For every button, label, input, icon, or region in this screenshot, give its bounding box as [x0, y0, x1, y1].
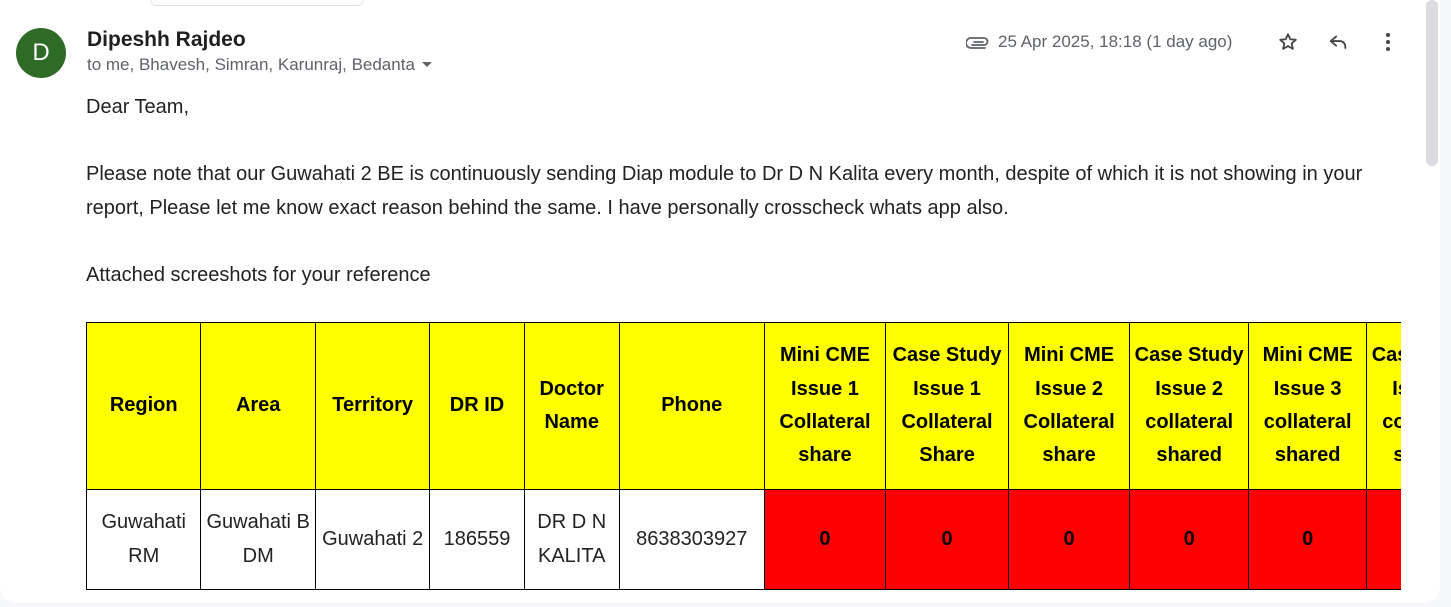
avatar[interactable]: D [16, 28, 66, 78]
message-date: 25 Apr 2025, 18:18 (1 day ago) [998, 32, 1233, 51]
cell-mini-cme-3: 0 [1247, 489, 1368, 590]
star-icon[interactable] [1273, 28, 1303, 56]
cell-region: Guwahati RM [86, 489, 202, 590]
header-region: Region [86, 322, 202, 490]
cell-dr-id: 186559 [429, 489, 525, 590]
header-case-study-2: Case Study Issue 2 collateral shared [1129, 322, 1249, 490]
header-mini-cme-3: Mini CME Issue 3 collateral shared [1247, 322, 1368, 490]
more-vert-icon[interactable] [1373, 28, 1403, 56]
greeting: Dear Team, [86, 96, 190, 118]
cell-mini-cme-1: 0 [763, 489, 887, 590]
report-table-container[interactable]: Region Area Territory DR ID Doctor Name … [86, 322, 1401, 592]
header-area: Area [200, 322, 316, 490]
reply-icon[interactable] [1323, 28, 1353, 56]
message-meta: 25 Apr 2025, 18:18 (1 day ago) [966, 30, 1232, 54]
cell-area: Guwahati B DM [200, 489, 316, 590]
paperclip-icon [966, 34, 990, 50]
header-dr-id: DR ID [429, 322, 525, 490]
body-paragraph: Please note that our Guwahati 2 BE is co… [86, 163, 1363, 219]
recipients-line[interactable]: to me, Bhavesh, Simran, Karunraj, Bedant… [87, 55, 432, 75]
cell-territory: Guwahati 2 [314, 489, 431, 590]
header-mini-cme-1: Mini CME Issue 1 Collateral share [763, 322, 887, 490]
attachment-note: Attached screeshots for your reference [86, 263, 431, 286]
header-mini-cme-2: Mini CME Issue 2 Collateral share [1007, 322, 1131, 490]
cell-mini-cme-2: 0 [1007, 489, 1131, 590]
cell-doctor-name: DR D N KALITA [523, 489, 620, 590]
header-case-study-1: Case Study Issue 1 Collateral Share [885, 322, 1009, 490]
report-table: Region Area Territory DR ID Doctor Name … [86, 322, 1401, 590]
cell-case-study-2: 0 [1129, 489, 1249, 590]
cell-case-study-1: 0 [885, 489, 1009, 590]
email-body: Dear Team, Please note that our Guwahati… [86, 91, 1396, 292]
email-message-card: D Dipeshh Rajdeo to me, Bhavesh, Simran,… [0, 0, 1440, 603]
scrollbar-thumb[interactable] [1426, 0, 1438, 166]
previous-chip [150, 0, 364, 6]
header-case-study-3: Case Study Issue 3 collateral shared [1366, 322, 1401, 490]
header-territory: Territory [314, 322, 431, 490]
header-doctor-name: Doctor Name [523, 322, 620, 490]
cell-case-study-3: 0 [1366, 489, 1401, 590]
cell-phone: 8638303927 [618, 489, 765, 590]
recipients-text: to me, Bhavesh, Simran, Karunraj, Bedant… [87, 55, 415, 74]
page: D Dipeshh Rajdeo to me, Bhavesh, Simran,… [0, 0, 1451, 607]
sender-name[interactable]: Dipeshh Rajdeo [87, 28, 246, 52]
table-row: Guwahati RM Guwahati B DM Guwahati 2 186… [86, 489, 1401, 590]
chevron-down-icon[interactable] [421, 62, 432, 67]
header-phone: Phone [618, 322, 765, 490]
table-header-row: Region Area Territory DR ID Doctor Name … [86, 322, 1401, 490]
